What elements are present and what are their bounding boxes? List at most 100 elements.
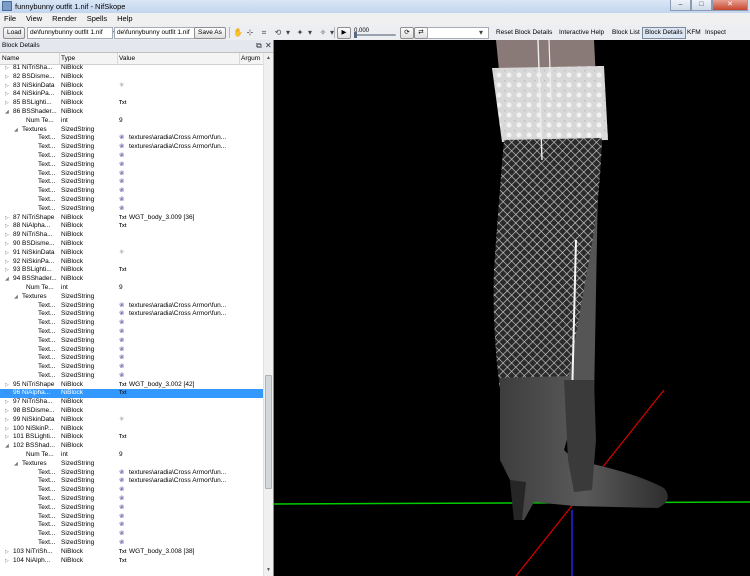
row-value[interactable]: textures\aradia\Cross Armor\fun... [129,477,226,486]
tree-row[interactable]: Text... SizedString ❀ [0,513,263,522]
tree-row[interactable]: ◢ Textures SizedString [0,293,263,302]
expand-arrow-icon[interactable]: ▷ [5,73,9,82]
expand-arrow-icon[interactable]: ▷ [5,258,9,267]
maximize-button[interactable]: □ [691,0,712,11]
tree-row[interactable]: ▷ 104 NiAlph... NiBlock Txt [0,557,263,566]
tree-row[interactable]: ◢ 94 BSShader... NiBlock [0,275,263,284]
tree-row[interactable]: Text... SizedString ❀ textures\aradia\Cross… [0,310,263,319]
row-value[interactable]: 9 [119,284,123,293]
menu-file[interactable]: File [0,13,20,25]
column-name[interactable]: Name [2,54,19,63]
tree-row[interactable]: ▷ 82 BSDisme... NiBlock [0,73,263,82]
menu-render[interactable]: Render [48,13,81,25]
tree-row[interactable]: ▷ 81 NiTriSha... NiBlock [0,64,263,73]
expand-arrow-icon[interactable]: ▷ [5,266,9,275]
tree-row[interactable]: ▷ 89 NiTriSha... NiBlock [0,231,263,240]
expand-arrow-icon[interactable]: ▷ [5,389,9,398]
expand-arrow-icon[interactable]: ▷ [5,381,9,390]
walk-icon[interactable]: ✋ [233,28,243,37]
tree-row[interactable]: Text... SizedString ❀ textures\aradia\Cross… [0,143,263,152]
tree-row[interactable]: ▷ 88 NiAlpha... NiBlock Txt [0,222,263,231]
row-value[interactable]: 9 [119,117,123,126]
tree-row[interactable]: Text... SizedString ❀ [0,354,263,363]
view-down3-icon[interactable]: ▾ [327,28,337,37]
play-button[interactable]: ▶ [337,27,351,39]
block-details-link[interactable]: Block Details [642,27,686,39]
row-value[interactable]: textures\aradia\Cross Armor\fun... [129,469,226,478]
collapse-arrow-icon[interactable]: ◢ [14,293,18,302]
tree-row[interactable]: Text... SizedString ❀ [0,205,263,214]
row-value[interactable]: textures\aradia\Cross Armor\fun... [129,302,226,311]
tree-row[interactable]: Text... SizedString ❀ [0,363,263,372]
expand-arrow-icon[interactable]: ▷ [5,99,9,108]
loop-button[interactable]: ⟳ [400,27,414,39]
tree-row[interactable]: ▷ 83 NiSkinData NiBlock ✳ [0,82,263,91]
tree-row[interactable]: ▷ 97 NiTriSha... NiBlock [0,398,263,407]
column-type[interactable]: Type [61,54,75,63]
tree-row[interactable]: ◢ Textures SizedString [0,460,263,469]
axes-icon[interactable]: ⊹ [245,28,255,37]
tree-row[interactable]: Text... SizedString ❀ textures\aradia\Cross… [0,469,263,478]
tree-row[interactable]: Num Te... int 9 [0,451,263,460]
tree-row[interactable]: Text... SizedString ❀ [0,346,263,355]
scrollbar-thumb[interactable] [265,375,272,489]
view-down-icon[interactable]: ▾ [283,28,293,37]
expand-arrow-icon[interactable]: ▷ [5,214,9,223]
tree-row[interactable]: ▷ 93 BSLighti... NiBlock Txt [0,266,263,275]
reset-block-details-link[interactable]: Reset Block Details [496,28,552,38]
kfm-link[interactable]: KFM [687,28,701,38]
row-value[interactable]: WGT_body_3.009 [36] [129,214,194,223]
tree-row[interactable]: Text... SizedString ❀ [0,152,263,161]
scroll-up-icon[interactable]: ▲ [265,54,272,62]
expand-arrow-icon[interactable]: ▷ [5,240,9,249]
tree-row[interactable]: Num Te... int 9 [0,117,263,126]
load-path-field[interactable]: de\funnybunny outfit 1.nif [27,27,113,39]
tree-row[interactable]: Text... SizedString ❀ [0,486,263,495]
collapse-arrow-icon[interactable]: ◢ [14,460,18,469]
close-panel-icon[interactable]: ✕ [265,41,272,51]
minimize-button[interactable]: – [670,0,691,11]
light-icon[interactable]: ✦ [295,28,305,37]
tree-row[interactable]: Text... SizedString ❀ [0,170,263,179]
expand-arrow-icon[interactable]: ▷ [5,398,9,407]
tree-row[interactable]: Text... SizedString ❀ textures\aradia\Cross… [0,302,263,311]
row-value[interactable]: textures\aradia\Cross Armor\fun... [129,134,226,143]
expand-arrow-icon[interactable]: ▷ [5,231,9,240]
tree-row[interactable]: Text... SizedString ❀ [0,178,263,187]
interactive-help-link[interactable]: Interactive Help [559,28,604,38]
expand-arrow-icon[interactable]: ▷ [5,249,9,258]
tree-row[interactable]: ▷ 98 BSDisme... NiBlock [0,407,263,416]
scroll-down-icon[interactable]: ▼ [265,566,272,574]
tree-row[interactable]: ▷ 84 NiSkinPa... NiBlock [0,90,263,99]
tree-row[interactable]: ▷ 90 BSDisme... NiBlock [0,240,263,249]
tree-row[interactable]: ◢ 102 BSShad... NiBlock [0,442,263,451]
tree-row[interactable]: Text... SizedString ❀ [0,504,263,513]
save-path-field[interactable]: de\funnybunny outfit 1.nif [114,27,196,39]
expand-arrow-icon[interactable]: ▷ [5,548,9,557]
tree-row[interactable]: Text... SizedString ❀ [0,495,263,504]
tree-row[interactable]: ▷ 99 NiSkinData NiBlock ✳ [0,416,263,425]
collapse-arrow-icon[interactable]: ◢ [5,442,9,451]
close-button[interactable]: ✕ [712,0,748,11]
tree-row[interactable]: Text... SizedString ❀ textures\aradia\Cross… [0,134,263,143]
tree-row[interactable]: Num Te... int 9 [0,284,263,293]
render-viewport[interactable] [274,40,750,576]
tree-row[interactable]: ▷ 101 BSLighti... NiBlock Txt [0,433,263,442]
float-panel-icon[interactable]: ⧉ [256,41,262,51]
tree-row[interactable]: ◢ Textures SizedString [0,126,263,135]
tree-row[interactable]: ▷ 91 NiSkinData NiBlock ✳ [0,249,263,258]
expand-arrow-icon[interactable]: ▷ [5,557,9,566]
tree-row[interactable]: ◢ 86 BSShader... NiBlock [0,108,263,117]
collapse-arrow-icon[interactable]: ◢ [14,126,18,135]
chevron-down-icon[interactable]: ▾ [476,28,486,37]
menu-view[interactable]: View [22,13,46,25]
tree-row[interactable]: ▷ 96 NiAlpha... NiBlock Txt [0,389,263,399]
tree-row[interactable]: Text... SizedString ❀ textures\aradia\Cross… [0,477,263,486]
tree-row[interactable]: Text... SizedString ❀ [0,319,263,328]
tree-row[interactable]: Text... SizedString ❀ [0,328,263,337]
tree-row[interactable]: ▷ 92 NiSkinPa... NiBlock [0,258,263,267]
tree-row[interactable]: Text... SizedString ❀ [0,372,263,381]
expand-arrow-icon[interactable]: ▷ [5,407,9,416]
switch-button[interactable]: ⇄ [414,27,428,39]
row-value[interactable]: textures\aradia\Cross Armor\fun... [129,143,226,152]
